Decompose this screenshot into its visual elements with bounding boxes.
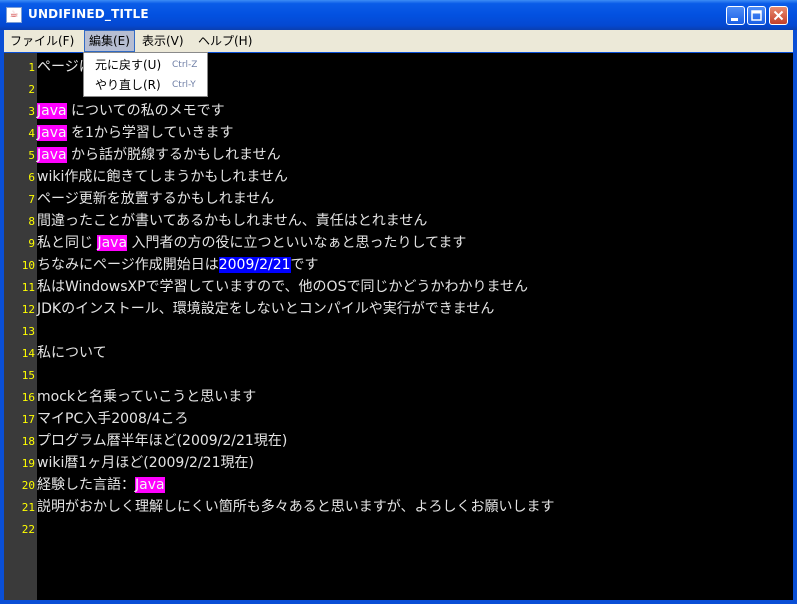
editor-line[interactable]: wiki作成に飽きてしまうかもしれません: [37, 167, 288, 187]
text-editor[interactable]: 12345678910111213141516171819202122 ページに…: [4, 53, 793, 600]
menu-item-undo[interactable]: 元に戻す(U) Ctrl-Z: [85, 55, 206, 75]
menu-file[interactable]: ファイル(F): [6, 30, 78, 52]
line-text: マイPC入手2008/4ころ: [37, 411, 189, 427]
line-number-gutter: 1 2 3 4 5 6 7 8 9 10 11 12 13 14 15 16 17 18 19 20 21 22: [4, 53, 37, 600]
editor-line[interactable]: 私について: [37, 343, 107, 363]
maximize-button[interactable]: [747, 6, 766, 25]
close-button[interactable]: [769, 6, 788, 25]
line-text: wiki作成に飽きてしまうかもしれません: [37, 169, 288, 185]
line-number: 4: [28, 127, 35, 140]
line-number: 9: [28, 237, 35, 250]
line-text: ちなみにページ作成開始日は: [37, 257, 219, 273]
line-number: 19: [21, 457, 35, 470]
line-number: 11: [21, 281, 35, 294]
line-number: 21: [21, 501, 35, 514]
java-highlight: Java: [37, 103, 67, 119]
line-number: 16: [21, 391, 35, 404]
editor-line[interactable]: 私はWindowsXPで学習していますので、他のOSで同じかどうかわかりません: [37, 277, 528, 297]
line-number: 7: [28, 193, 35, 206]
editor-line[interactable]: 間違ったことが書いてあるかもしれません、責任はとれません: [37, 211, 427, 231]
line-text: ページ更新を放置するかもしれません: [37, 191, 275, 207]
java-highlight: Java: [97, 235, 128, 251]
line-number: 2: [28, 83, 35, 96]
editor-line[interactable]: プログラム暦半年ほど(2009/2/21現在): [37, 431, 287, 451]
line-text: プログラム暦半年ほど(2009/2/21現在): [37, 433, 288, 449]
line-number: 5: [28, 149, 35, 162]
undo-shortcut: Ctrl-Z: [172, 60, 198, 70]
edit-menu-dropdown: 元に戻す(U) Ctrl-Z やり直し(R) Ctrl-Y: [83, 52, 208, 97]
editor-line[interactable]: Java から話が脱線するかもしれません: [37, 145, 281, 165]
java-highlight: Java: [135, 477, 165, 493]
editor-line[interactable]: 私と同じ Java 入門者の方の役に立つといいなぁと思ったりしてます: [37, 233, 466, 253]
window-title: UNDIFINED_TITLE: [28, 7, 149, 21]
editor-line[interactable]: mockと名乗っていこうと思います: [37, 387, 256, 407]
editor-line[interactable]: 説明がおかしく理解しにくい箇所も多々あると思いますが、よろしくお願いします: [37, 497, 554, 517]
line-text: mockと名乗っていこうと思います: [37, 389, 257, 405]
line-number: 3: [28, 105, 35, 118]
menu-edit[interactable]: 編集(E): [84, 30, 135, 52]
date-highlight: 2009/2/21: [218, 257, 291, 273]
line-number: 22: [21, 523, 35, 536]
editor-line[interactable]: ページ更新を放置するかもしれません: [37, 189, 274, 209]
editor-line[interactable]: ちなみにページ作成開始日は2009/2/21です: [37, 255, 319, 275]
editor-line[interactable]: 経験した言語：Java: [37, 475, 165, 495]
title-bar[interactable]: ☕ UNDIFINED_TITLE: [0, 0, 797, 30]
line-text: 間違ったことが書いてあるかもしれません、責任はとれません: [37, 213, 428, 229]
line-number: 14: [21, 347, 35, 360]
line-number: 13: [21, 325, 35, 338]
line-number: 18: [21, 435, 35, 448]
line-number: 8: [28, 215, 35, 228]
line-text: です: [290, 257, 319, 273]
undo-label: 元に戻す(U): [95, 58, 162, 72]
line-number: 1: [28, 61, 35, 74]
menu-item-redo[interactable]: やり直し(R) Ctrl-Y: [85, 75, 206, 95]
line-text: 説明がおかしく理解しにくい箇所も多々あると思いますが、よろしくお願いします: [37, 499, 555, 515]
redo-shortcut: Ctrl-Y: [172, 80, 196, 90]
line-number: 15: [21, 369, 35, 382]
line-text: についての私のメモです: [66, 103, 225, 119]
maximize-icon: [751, 10, 762, 21]
java-cup-icon[interactable]: ☕: [6, 7, 22, 23]
line-text: 私と同じ: [37, 235, 98, 251]
java-highlight: Java: [37, 147, 67, 163]
line-text: 経験した言語：: [37, 477, 135, 493]
line-text: JDKのインストール、環境設定をしないとコンパイルや実行ができません: [37, 301, 495, 317]
line-number: 6: [28, 171, 35, 184]
java-highlight: Java: [37, 125, 67, 141]
minimize-button[interactable]: [726, 6, 745, 25]
editor-line[interactable]: Java を1から学習していきます: [37, 123, 234, 143]
editor-line[interactable]: JDKのインストール、環境設定をしないとコンパイルや実行ができません: [37, 299, 494, 319]
application-window: ☕ UNDIFINED_TITLE ファイル(F) 編集(E) 表示(V) ヘルプ(H…: [0, 0, 797, 604]
redo-label: やり直し(R): [95, 78, 161, 92]
line-text: 入門者の方の役に立つといいなぁと思ったりしてます: [127, 235, 467, 251]
close-icon: [773, 10, 784, 21]
line-number: 17: [21, 413, 35, 426]
editor-line[interactable]: マイPC入手2008/4ころ: [37, 409, 188, 429]
minimize-icon: [731, 18, 738, 21]
line-number: 10: [21, 259, 35, 272]
line-text: から話が脱線するかもしれません: [66, 147, 281, 163]
menu-bar: ファイル(F) 編集(E) 表示(V) ヘルプ(H): [4, 30, 793, 52]
menu-help[interactable]: ヘルプ(H): [194, 30, 256, 52]
line-text: 私はWindowsXPで学習していますので、他のOSで同じかどうかわかりません: [37, 279, 529, 295]
editor-line[interactable]: wiki暦1ヶ月ほど(2009/2/21現在): [37, 453, 254, 473]
line-number: 20: [21, 479, 35, 492]
line-text: を1から学習していきます: [66, 125, 234, 141]
line-text: wiki暦1ヶ月ほど(2009/2/21現在): [37, 455, 254, 471]
editor-line[interactable]: Java についての私のメモです: [37, 101, 225, 121]
line-number: 12: [21, 303, 35, 316]
menu-view[interactable]: 表示(V): [138, 30, 188, 52]
line-text: 私について: [37, 345, 107, 361]
